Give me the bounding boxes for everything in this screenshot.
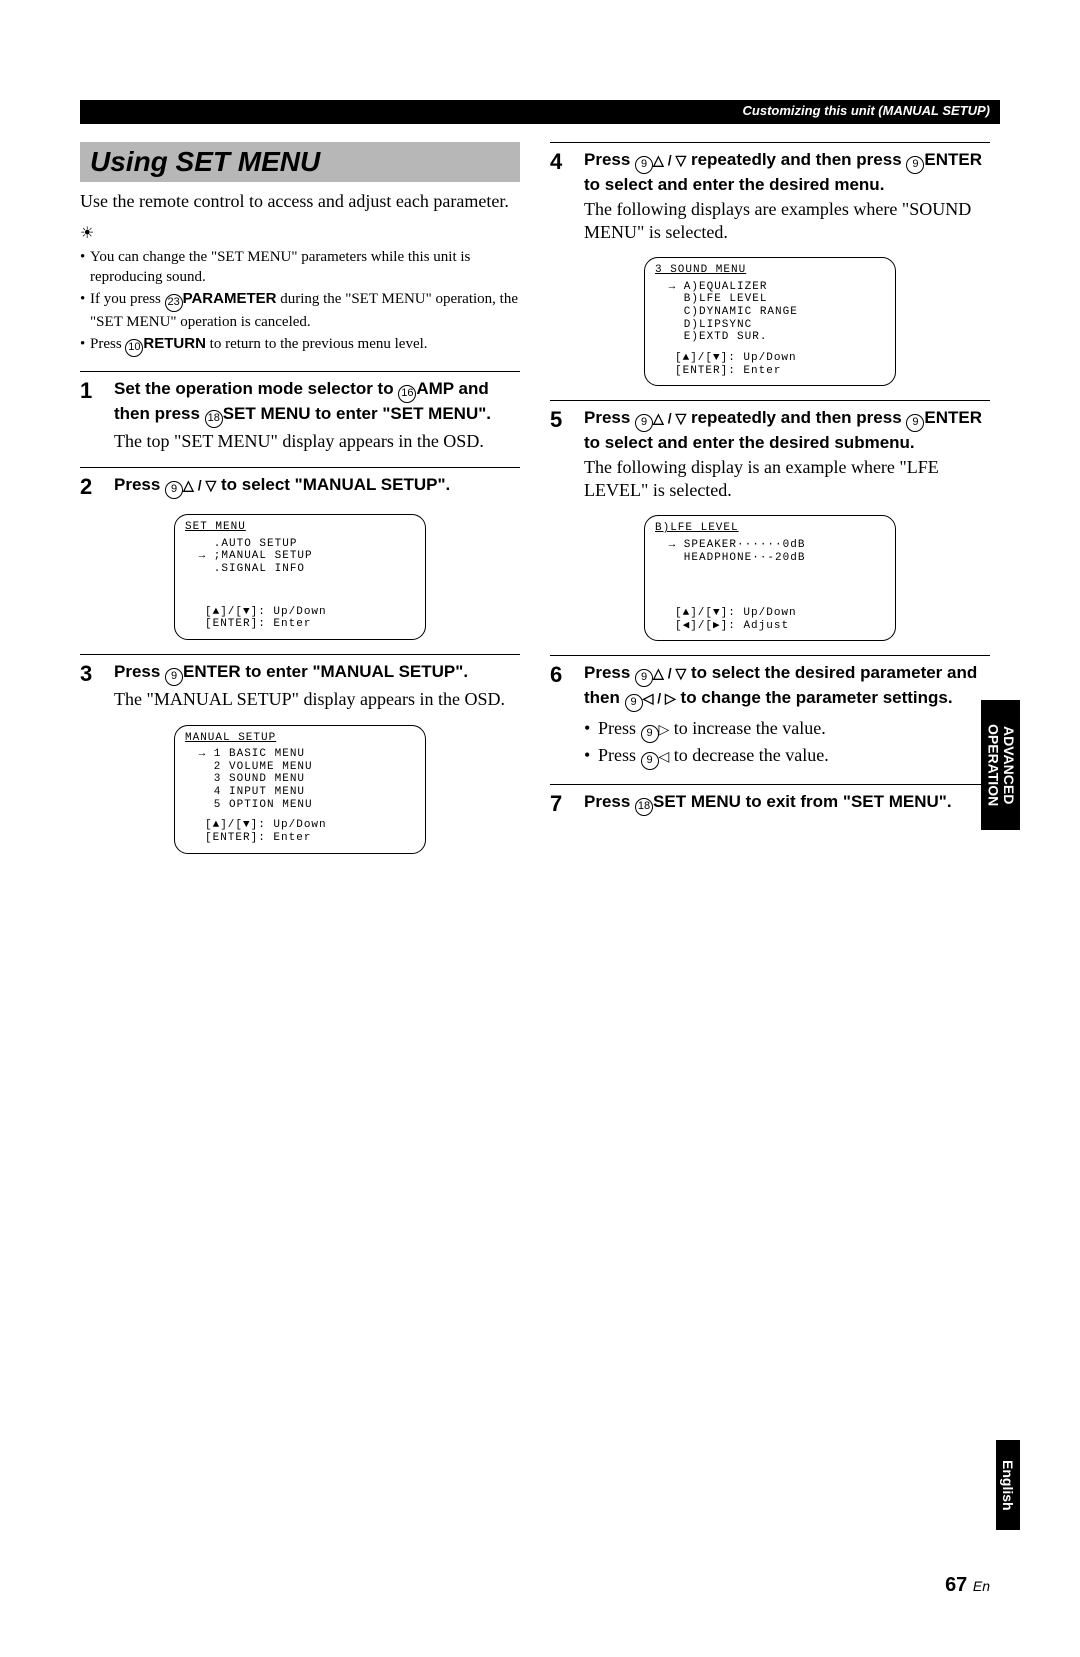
ref-icon: 18 (635, 798, 653, 816)
ref-icon: 9 (906, 156, 924, 174)
content-columns: Using SET MENU Use the remote control to… (80, 142, 1000, 864)
ref-icon: 9 (165, 668, 183, 686)
step-3: 3 Press 9ENTER to enter "MANUAL SETUP". … (80, 661, 520, 711)
header-breadcrumb: Customizing this unit (MANUAL SETUP) (743, 103, 990, 118)
step-4: 4 Press 9△ / ▽ repeatedly and then press… (550, 149, 990, 243)
step-2-heading: Press 9△ / ▽ to select "MANUAL SETUP". (114, 474, 520, 499)
step-4-desc: The following displays are examples wher… (584, 198, 990, 243)
step-6-heading: Press 9△ / ▽ to select the desired param… (584, 662, 990, 712)
step-number: 7 (550, 791, 570, 817)
ref-icon: 9 (641, 725, 659, 743)
intro-paragraph: Use the remote control to access and adj… (80, 190, 520, 213)
note-3: Press 10RETURN to return to the previous… (80, 334, 520, 357)
ref-icon: 16 (398, 385, 416, 403)
step-7-heading: Press 18SET MENU to exit from "SET MENU"… (584, 791, 990, 816)
step-number: 4 (550, 149, 570, 243)
section-title: Using SET MENU (90, 146, 320, 177)
step-1: 1 Set the operation mode selector to 16A… (80, 378, 520, 453)
tip-notes: You can change the "SET MENU" parameters… (80, 247, 520, 358)
ref-icon: 9 (906, 414, 924, 432)
left-column: Using SET MENU Use the remote control to… (80, 142, 520, 864)
step-6-bullets: Press 9▷ to increase the value. Press 9◁… (584, 716, 990, 770)
ref-icon: 9 (635, 414, 653, 432)
osd-display-lfe-level: B)LFE LEVEL → SPEAKER······0dB HEADPHONE… (644, 515, 896, 641)
tip-icon: ☀ (80, 223, 520, 243)
side-tab-section: ADVANCED OPERATION (981, 700, 1020, 830)
right-column: 4 Press 9△ / ▽ repeatedly and then press… (550, 142, 990, 864)
side-tab-language: English (996, 1440, 1020, 1530)
ref-icon: 9 (165, 481, 183, 499)
step-4-heading: Press 9△ / ▽ repeatedly and then press 9… (584, 149, 990, 196)
step-5-heading: Press 9△ / ▽ repeatedly and then press 9… (584, 407, 990, 454)
step-3-desc: The "MANUAL SETUP" display appears in th… (114, 688, 520, 711)
ref-icon: 9 (625, 694, 643, 712)
step-number: 5 (550, 407, 570, 501)
note-1: You can change the "SET MENU" parameters… (80, 247, 520, 288)
ref-icon: 23 (165, 294, 183, 312)
step-5-desc: The following display is an example wher… (584, 456, 990, 501)
note-2: If you press 23PARAMETER during the "SET… (80, 289, 520, 332)
step-5: 5 Press 9△ / ▽ repeatedly and then press… (550, 407, 990, 501)
osd-display-sound-menu: 3 SOUND MENU → A)EQUALIZER B)LFE LEVEL C… (644, 257, 896, 386)
step-1-heading: Set the operation mode selector to 16AMP… (114, 378, 520, 428)
osd-display-manual-setup: MANUAL SETUP → 1 BASIC MENU 2 VOLUME MEN… (174, 725, 426, 854)
page-number: 67 En (945, 1574, 990, 1597)
osd-display-set-menu: SET MENU .AUTO SETUP → ;MANUAL SETUP .SI… (174, 514, 426, 640)
ref-icon: 9 (635, 156, 653, 174)
step-6: 6 Press 9△ / ▽ to select the desired par… (550, 662, 990, 770)
ref-icon: 9 (641, 752, 659, 770)
step-1-desc: The top "SET MENU" display appears in th… (114, 430, 520, 453)
ref-icon: 18 (205, 410, 223, 428)
step-number: 3 (80, 661, 100, 711)
step-7: 7 Press 18SET MENU to exit from "SET MEN… (550, 791, 990, 817)
ref-icon: 9 (635, 669, 653, 687)
ref-icon: 10 (125, 339, 143, 357)
step-2: 2 Press 9△ / ▽ to select "MANUAL SETUP". (80, 474, 520, 500)
step-number: 1 (80, 378, 100, 453)
section-title-box: Using SET MENU (80, 142, 520, 182)
step-3-heading: Press 9ENTER to enter "MANUAL SETUP". (114, 661, 520, 686)
header-bar: Customizing this unit (MANUAL SETUP) (80, 100, 1000, 124)
step-number: 6 (550, 662, 570, 770)
step-number: 2 (80, 474, 100, 500)
